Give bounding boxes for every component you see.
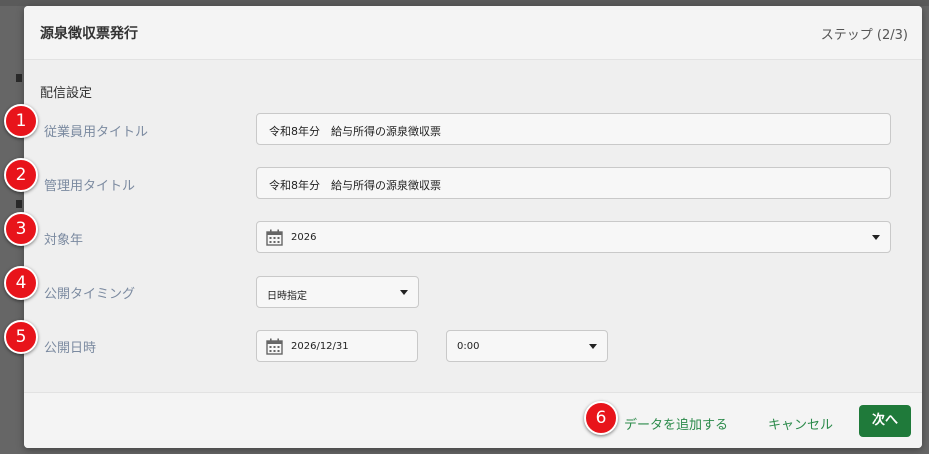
next-button[interactable]: 次へ: [859, 405, 911, 437]
modal-header: 源泉徴収票発行 ステップ (2/3): [24, 6, 922, 60]
step-indicator: ステップ (2/3): [820, 28, 908, 43]
caret-down-icon: [872, 235, 880, 240]
publish-timing-label: 公開タイミング: [44, 287, 136, 302]
publish-date-input[interactable]: 2026/12/31: [256, 330, 418, 362]
target-year-label: 対象年: [44, 233, 84, 248]
annotation-badge-4: 4: [4, 266, 38, 300]
cancel-button[interactable]: キャンセル: [768, 414, 833, 433]
employee-title-input[interactable]: 令和8年分 給与所得の源泉徴収票: [256, 113, 891, 145]
caret-down-icon: [400, 290, 408, 295]
admin-title-input[interactable]: 令和8年分 給与所得の源泉徴収票: [256, 167, 891, 199]
withholding-slip-modal: 源泉徴収票発行 ステップ (2/3) 配信設定 従業員用タイトル 令和8年分 給…: [24, 6, 922, 448]
calendar-icon: [266, 338, 283, 355]
background-mark: [16, 200, 22, 208]
publish-time-value: 0:00: [457, 341, 480, 352]
publish-datetime-label: 公開日時: [44, 341, 97, 356]
annotation-badge-2: 2: [4, 158, 38, 192]
annotation-badge-6: 6: [584, 401, 618, 435]
annotation-badge-1: 1: [4, 104, 38, 138]
employee-title-label: 従業員用タイトル: [44, 125, 149, 140]
target-year-select[interactable]: 2026: [256, 221, 891, 253]
calendar-icon: [266, 229, 283, 246]
annotation-badge-3: 3: [4, 212, 38, 246]
target-year-value: 2026: [291, 232, 317, 243]
modal-title: 源泉徴収票発行: [40, 26, 138, 42]
admin-title-label: 管理用タイトル: [44, 179, 136, 194]
publish-time-select[interactable]: 0:00: [446, 330, 608, 362]
add-data-button[interactable]: データを追加する: [624, 414, 728, 433]
publish-timing-select[interactable]: 日時指定: [256, 276, 419, 308]
section-title: 配信設定: [40, 86, 93, 101]
annotation-badge-5: 5: [4, 320, 38, 354]
publish-date-value: 2026/12/31: [291, 341, 349, 352]
publish-timing-value: 日時指定: [267, 291, 307, 302]
modal-body: 配信設定 従業員用タイトル 令和8年分 給与所得の源泉徴収票 管理用タイトル 令…: [24, 60, 922, 392]
caret-down-icon: [589, 344, 597, 349]
background-mark: [16, 74, 22, 82]
modal-footer: データを追加する キャンセル 次へ: [24, 392, 922, 448]
